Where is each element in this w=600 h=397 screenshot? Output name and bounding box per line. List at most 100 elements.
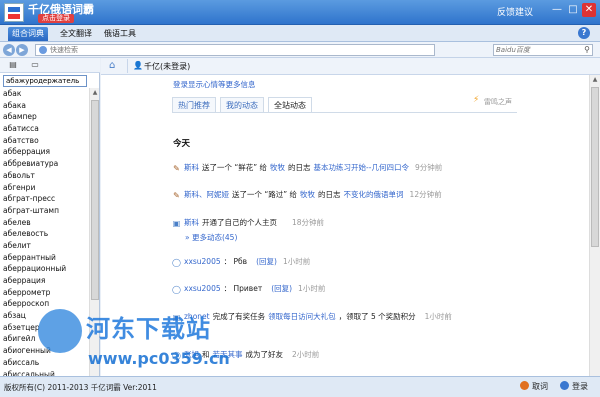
- word-list-item[interactable]: аберрометр: [3, 287, 88, 299]
- word-list-item[interactable]: аберрация: [3, 275, 88, 287]
- help-icon[interactable]: ?: [578, 27, 590, 39]
- word-list-item[interactable]: абзац: [3, 310, 88, 322]
- login-tip-link[interactable]: 登录显示心情等更多信息: [173, 79, 256, 90]
- feed-target-link[interactable]: 牧牧: [300, 190, 315, 199]
- close-button[interactable]: ✕: [582, 3, 596, 17]
- maximize-button[interactable]: □: [566, 3, 580, 17]
- word-list-item[interactable]: абатство: [3, 135, 88, 147]
- feed-time: 18分钟前: [292, 218, 325, 227]
- feed-item: ◯ xxsu2005： Привет (回复) 1小时前: [172, 283, 328, 294]
- day-heading: 今天: [173, 139, 191, 149]
- feed-time: 9分钟前: [414, 163, 443, 172]
- status-login-button[interactable]: 登录: [560, 381, 588, 392]
- word-list-item[interactable]: абампер: [3, 111, 88, 123]
- more-activity-link[interactable]: » 更多动态(45): [185, 232, 237, 243]
- word-list-item[interactable]: абграт-штамп: [3, 205, 88, 217]
- side-note-link[interactable]: 雷鸣之声: [484, 97, 512, 107]
- word-list-scrollbar[interactable]: ▲: [89, 88, 99, 376]
- header-divider: [127, 59, 128, 73]
- word-list-panel: ▤ ▭ абакабакаабамперабатиссаабатствоаббе…: [0, 58, 100, 376]
- word-list-item[interactable]: абатисса: [3, 123, 88, 135]
- web-search-input[interactable]: [494, 45, 580, 55]
- feed-user-link[interactable]: zhonet: [184, 312, 210, 321]
- word-list-item[interactable]: абелит: [3, 240, 88, 252]
- feed-scrollbar[interactable]: ▲: [589, 75, 600, 376]
- scroll-up-arrow-icon[interactable]: ▲: [91, 89, 99, 96]
- feed-icon: ✎: [173, 191, 180, 200]
- word-list-item[interactable]: аберрационный: [3, 263, 88, 275]
- word-list-item[interactable]: абберрация: [3, 146, 88, 158]
- word-list-item[interactable]: аберроскоп: [3, 298, 88, 310]
- feed-icon: ◯: [172, 351, 181, 360]
- feed-text: 的日志: [318, 190, 341, 199]
- feed-user-link[interactable]: xxsu2005: [184, 284, 221, 293]
- user-status-label[interactable]: 千亿(未登录): [144, 61, 190, 72]
- web-search-box: ⚲: [493, 44, 593, 56]
- feed-user-link[interactable]: 斯科: [184, 218, 199, 227]
- feed-target-link[interactable]: 领取每日访问大礼包: [268, 312, 336, 321]
- feed-text: 送了一个 “鲜花” 给: [202, 163, 268, 172]
- quick-search-input[interactable]: [36, 45, 434, 55]
- feed-scroll-thumb[interactable]: [591, 87, 599, 247]
- word-list-item[interactable]: абака: [3, 100, 88, 112]
- feed-target-link[interactable]: 若无其事: [213, 350, 243, 359]
- lookup-toggle-button[interactable]: 取词: [520, 381, 548, 392]
- feed-user-link[interactable]: 斯科、阿妮娅: [184, 190, 229, 199]
- tab-site-activity[interactable]: 全站动态: [268, 97, 312, 113]
- word-search-field[interactable]: [3, 75, 87, 87]
- feed-user-link[interactable]: xxsu2005: [184, 257, 221, 266]
- tab-hot-recommend[interactable]: 热门推荐: [172, 97, 216, 113]
- word-list-item[interactable]: абигейл: [3, 333, 88, 345]
- content-header: ⌂ 👤 千亿(未登录): [101, 58, 600, 75]
- left-toolbar: ▤ ▭: [0, 58, 100, 73]
- word-list-item[interactable]: абелев: [3, 217, 88, 229]
- minimize-button[interactable]: —: [550, 3, 564, 17]
- feedback-link[interactable]: 反馈建议: [497, 5, 533, 18]
- tab-russian-tools[interactable]: 俄语工具: [100, 27, 140, 41]
- feed-text: 完成了有奖任务: [212, 312, 266, 321]
- word-list-item[interactable]: аббревиатура: [3, 158, 88, 170]
- word-list-item[interactable]: абгенри: [3, 182, 88, 194]
- feed-link[interactable]: (回复): [271, 284, 292, 293]
- word-list-item[interactable]: абиогенный: [3, 345, 88, 357]
- feed-time: 1小时前: [424, 312, 452, 321]
- word-list-item[interactable]: аберрантный: [3, 252, 88, 264]
- word-list-item[interactable]: абиссаль: [3, 357, 88, 369]
- menu-bar: 组合词典 全文翻译 俄语工具 ?: [0, 25, 600, 42]
- word-list-item[interactable]: абелевость: [3, 228, 88, 240]
- word-list-item[interactable]: абзетцер: [3, 322, 88, 334]
- tab-my-activity[interactable]: 我的动态: [220, 97, 264, 113]
- back-arrow-icon[interactable]: ◀: [3, 44, 15, 56]
- book-icon[interactable]: ▭: [30, 60, 40, 70]
- feed-text: 的日志: [288, 163, 311, 172]
- home-icon[interactable]: ⌂: [109, 60, 121, 72]
- feed-text: 送了一个 “路过” 给: [232, 190, 298, 199]
- word-list: абак абака абампер абатисса абатство абберрац…: [3, 88, 88, 376]
- word-list-item[interactable]: абграт-пресс: [3, 193, 88, 205]
- feed-item: ✎ 斯科、阿妮娅 送了一个 “路过” 给牧牧 的日志 不变化的俄语单词 12分钟前: [172, 189, 445, 200]
- feed-user-link[interactable]: 斯科: [184, 163, 199, 172]
- list-view-icon[interactable]: ▤: [8, 60, 18, 70]
- word-list-item[interactable]: абвольт: [3, 170, 88, 182]
- app-logo-icon: [4, 3, 24, 22]
- forward-arrow-icon[interactable]: ▶: [16, 44, 28, 56]
- word-list-item[interactable]: абак: [3, 88, 88, 100]
- feed-link[interactable]: 不变化的俄语单词: [344, 190, 404, 199]
- feed-icon: ▣: [172, 313, 181, 322]
- feed-scroll-up-icon[interactable]: ▲: [591, 76, 599, 83]
- scroll-thumb[interactable]: [91, 100, 99, 300]
- feed-icon: ◯: [172, 258, 181, 267]
- feed-user-link[interactable]: 张旭: [184, 350, 199, 359]
- feed-link[interactable]: 基本功练习开始--几何四口令: [314, 163, 409, 172]
- tab-full-translation[interactable]: 全文翻译: [56, 27, 96, 41]
- title-bar: 千亿俄语词霸 点击登录 反馈建议 — □ ✕: [0, 0, 600, 25]
- word-list-item[interactable]: абиссальный: [3, 369, 88, 377]
- tab-underline: [172, 112, 517, 113]
- search-icon[interactable]: ⚲: [584, 45, 590, 54]
- lookup-label: 取词: [532, 382, 548, 391]
- feed-link[interactable]: (回复): [256, 257, 277, 266]
- feed-target-link[interactable]: 牧牧: [270, 163, 285, 172]
- tab-combined-dictionary[interactable]: 组合词典: [8, 27, 48, 41]
- feed-icon: ▣: [172, 219, 181, 228]
- login-badge-button[interactable]: 点击登录: [38, 14, 74, 23]
